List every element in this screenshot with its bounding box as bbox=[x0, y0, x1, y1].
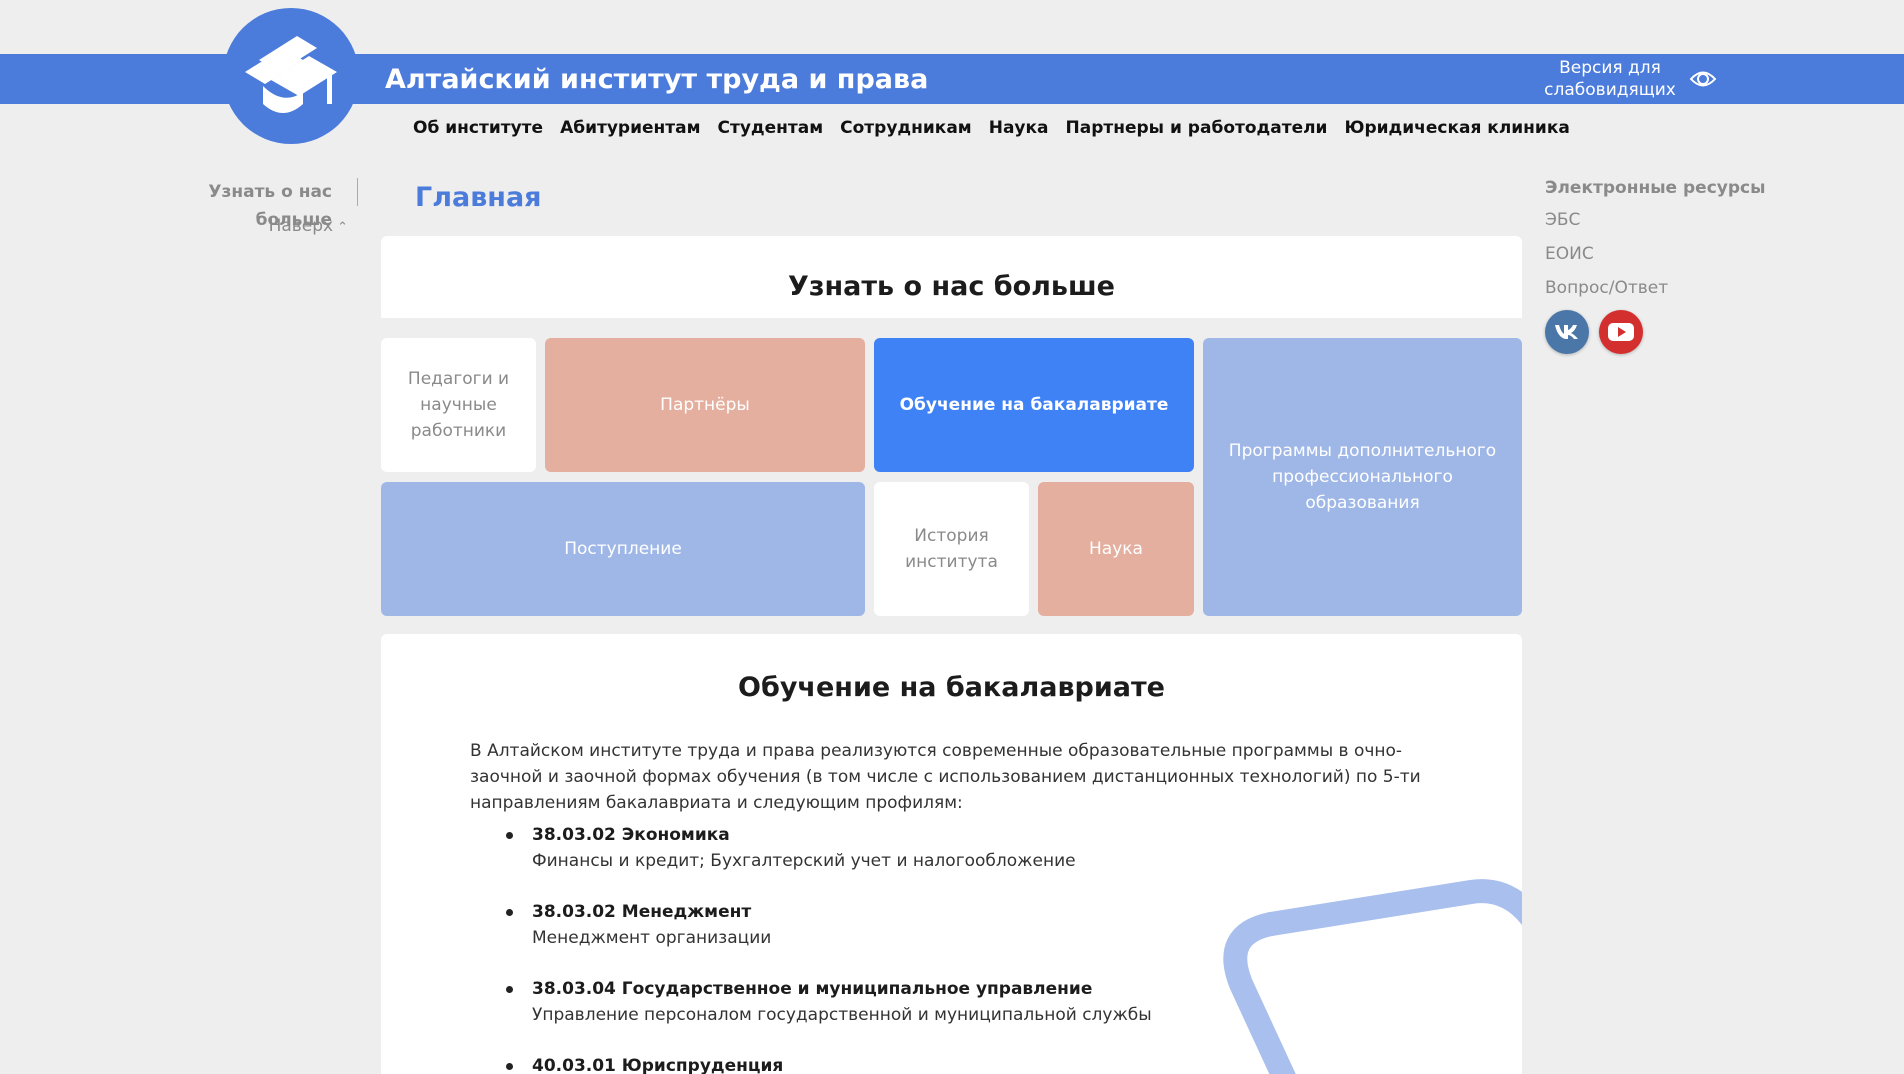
accessibility-toggle[interactable]: Версия для слабовидящих bbox=[1540, 56, 1720, 102]
accessibility-label: Версия для слабовидящих bbox=[1544, 58, 1676, 100]
program-code: 38.03.02 Менеджмент bbox=[532, 902, 752, 922]
program-profile: Управление персоналом государственной и … bbox=[532, 1005, 1152, 1025]
tile-teachers[interactable]: Педагоги и научные работники bbox=[381, 338, 536, 472]
tile-teachers-label: Педагоги и научные работники bbox=[407, 369, 510, 441]
tile-additional-education-label: Программы дополнительного профессиональн… bbox=[1228, 441, 1497, 513]
nav-item-partners[interactable]: Партнеры и работодатели bbox=[1066, 116, 1328, 140]
link-ebs[interactable]: ЭБС bbox=[1545, 208, 1885, 232]
program-profile: Менеджмент организации bbox=[532, 928, 772, 948]
tile-history[interactable]: История института bbox=[874, 482, 1029, 616]
tile-admission[interactable]: Поступление bbox=[381, 482, 865, 616]
eye-icon bbox=[1689, 71, 1717, 87]
link-faq[interactable]: Вопрос/Ответ bbox=[1545, 276, 1885, 300]
list-item: 38.03.02 Экономика Финансы и кредит; Бух… bbox=[470, 822, 1170, 874]
youtube-icon[interactable] bbox=[1599, 310, 1643, 354]
program-code: 38.03.02 Экономика bbox=[532, 825, 730, 845]
program-list: 38.03.02 Экономика Финансы и кредит; Бух… bbox=[470, 822, 1170, 1074]
link-eois[interactable]: ЕОИС bbox=[1545, 242, 1885, 266]
decorative-shape bbox=[1223, 879, 1522, 1074]
page-title: Главная bbox=[415, 182, 542, 213]
page: Алтайский институт труда и права Версия … bbox=[0, 0, 1904, 1074]
program-profile: Финансы и кредит; Бухгалтерский учет и н… bbox=[532, 851, 1076, 871]
back-to-top-link[interactable]: Наверх ⌃ bbox=[140, 214, 358, 240]
graduation-cap-icon bbox=[245, 36, 337, 113]
back-to-top-label: Наверх bbox=[268, 216, 334, 236]
about-heading: Узнать о нас больше bbox=[788, 271, 1115, 302]
tile-science[interactable]: Наука bbox=[1038, 482, 1194, 616]
section-intro: В Алтайском институте труда и права реал… bbox=[470, 741, 1421, 813]
site-title[interactable]: Алтайский институт труда и права bbox=[385, 60, 928, 100]
institute-logo[interactable] bbox=[223, 8, 359, 144]
social-links bbox=[1545, 310, 1885, 354]
tile-bachelor[interactable]: Обучение на бакалавриате bbox=[874, 338, 1194, 472]
tile-history-label: История института bbox=[905, 526, 998, 572]
main-navigation: Об институте Абитуриентам Студентам Сотр… bbox=[413, 116, 1587, 140]
tile-admission-label: Поступление bbox=[564, 539, 682, 559]
tile-science-label: Наука bbox=[1089, 539, 1143, 559]
nav-item-staff[interactable]: Сотрудникам bbox=[840, 116, 972, 140]
tile-partners-label: Партнёры bbox=[660, 395, 750, 415]
tile-bachelor-label: Обучение на бакалавриате bbox=[899, 395, 1169, 415]
section-title: Обучение на бакалавриате bbox=[738, 672, 1165, 703]
chevron-up-icon: ⌃ bbox=[337, 220, 348, 235]
tile-additional-education[interactable]: Программы дополнительного профессиональн… bbox=[1203, 338, 1522, 616]
tile-partners[interactable]: Партнёры bbox=[545, 338, 865, 472]
list-item: 40.03.01 Юриспруденция bbox=[470, 1053, 1170, 1074]
nav-item-science[interactable]: Наука bbox=[989, 116, 1049, 140]
left-sidebar: Узнать о нас больше Наверх ⌃ bbox=[140, 178, 358, 240]
nav-item-about[interactable]: Об институте bbox=[413, 116, 543, 140]
program-code: 38.03.04 Государственное и муниципальное… bbox=[532, 979, 1093, 999]
sidebar-link-about-more[interactable]: Узнать о нас больше bbox=[140, 178, 358, 230]
program-code: 40.03.01 Юриспруденция bbox=[532, 1056, 784, 1074]
nav-item-applicants[interactable]: Абитуриентам bbox=[560, 116, 700, 140]
list-item: 38.03.02 Менеджмент Менеджмент организац… bbox=[470, 899, 1170, 951]
nav-item-students[interactable]: Студентам bbox=[718, 116, 824, 140]
e-resources-heading: Электронные ресурсы bbox=[1545, 178, 1766, 198]
nav-item-legal-clinic[interactable]: Юридическая клиника bbox=[1344, 116, 1569, 140]
list-item: 38.03.04 Государственное и муниципальное… bbox=[470, 976, 1170, 1028]
right-sidebar: Электронные ресурсы ЭБС ЕОИС Вопрос/Отве… bbox=[1545, 176, 1885, 354]
about-card-header: Узнать о нас больше bbox=[381, 236, 1522, 318]
vk-icon[interactable] bbox=[1545, 310, 1589, 354]
bachelor-section: Обучение на бакалавриате В Алтайском инс… bbox=[381, 634, 1522, 1074]
